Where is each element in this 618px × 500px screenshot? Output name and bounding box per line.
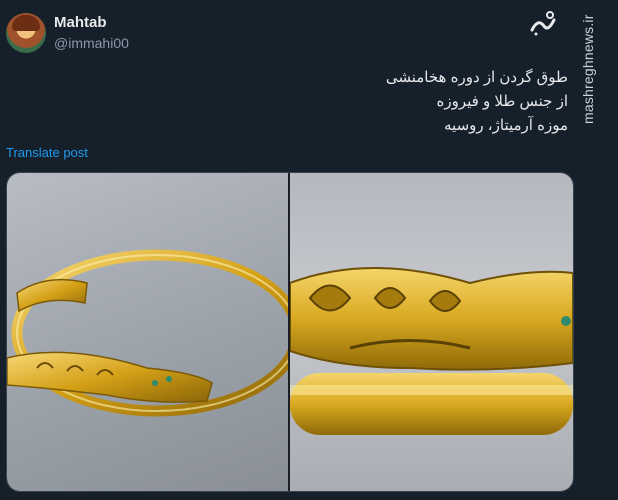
author-name[interactable]: Mahtab	[54, 14, 107, 31]
torque-photo-detail[interactable]	[290, 173, 573, 491]
torque-photo-full[interactable]	[7, 173, 288, 491]
post-line: طوق گردن از دوره هخامنشی	[385, 69, 568, 86]
mashregh-logo-icon	[528, 8, 558, 38]
avatar[interactable]	[6, 13, 46, 53]
post-line: از جنس طلا و فیروزه	[436, 93, 568, 110]
post-line: موزه آرمیتاژ، روسیه	[444, 117, 568, 134]
translate-post-link[interactable]: Translate post	[6, 145, 88, 160]
media-gallery	[6, 172, 574, 492]
post-text: طوق گردن از دوره هخامنشی از جنس طلا و فی…	[168, 66, 568, 138]
site-watermark: mashreghnews.ir	[580, 14, 596, 124]
author-handle[interactable]: @immahi00	[54, 35, 129, 51]
